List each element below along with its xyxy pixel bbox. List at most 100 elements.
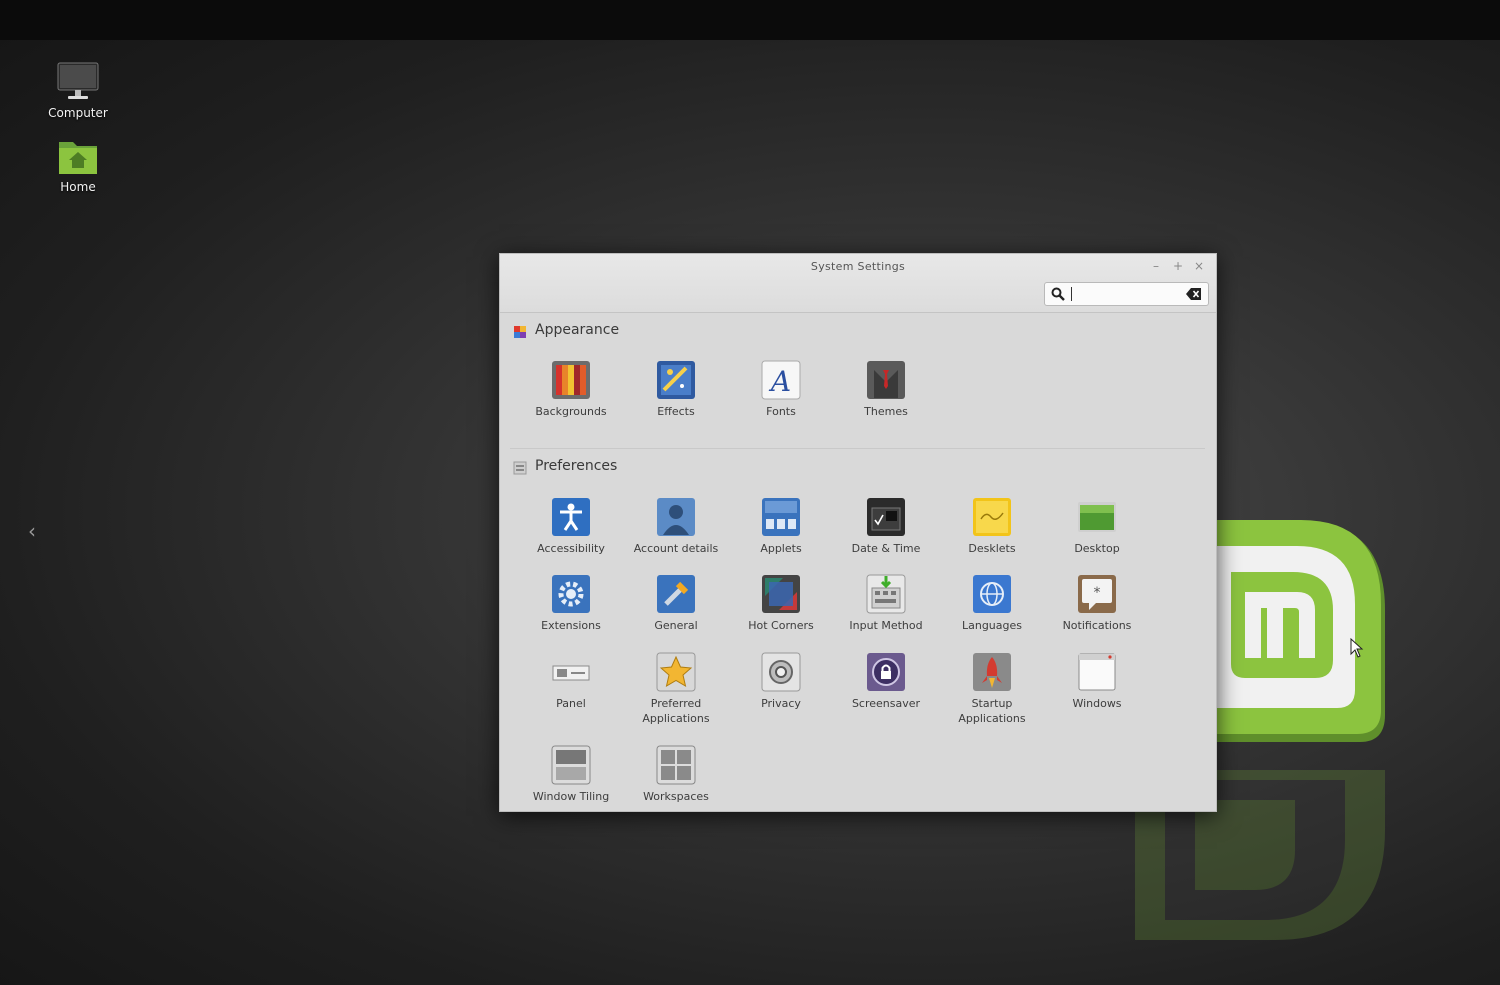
- item-label: Date & Time: [851, 542, 921, 555]
- window-tiling-icon: [551, 745, 591, 785]
- settings-item-preferred-applications[interactable]: Preferred Applications: [624, 652, 728, 726]
- panel-icon: [551, 652, 591, 692]
- svg-text:A: A: [768, 365, 791, 398]
- mint-logo: [1215, 520, 1385, 742]
- applets-icon: [761, 497, 801, 537]
- settings-item-privacy[interactable]: Privacy: [729, 652, 833, 711]
- item-label: Themes: [864, 405, 908, 418]
- preferred-apps-icon: [656, 652, 696, 692]
- computer-icon: [56, 62, 100, 104]
- item-label: Notifications: [1062, 619, 1132, 632]
- item-label: Effects: [657, 405, 695, 418]
- settings-item-themes[interactable]: Themes: [834, 360, 938, 419]
- item-label: Preferred Applications: [642, 697, 710, 725]
- item-label: Panel: [556, 697, 586, 710]
- desklets-icon: [972, 497, 1012, 537]
- screensaver-icon: [866, 652, 906, 692]
- startup-apps-icon: [972, 652, 1012, 692]
- item-label: Hot Corners: [748, 619, 814, 632]
- fonts-icon: A: [761, 360, 801, 400]
- workspaces-icon: [656, 745, 696, 785]
- item-label: Privacy: [761, 697, 801, 710]
- settings-item-window-tiling[interactable]: Window Tiling: [519, 745, 623, 804]
- settings-item-effects[interactable]: Effects: [624, 360, 728, 419]
- settings-item-account-details[interactable]: Account details: [624, 497, 728, 556]
- desktop-icon-label: Home: [60, 180, 96, 194]
- item-label: Applets: [760, 542, 802, 555]
- settings-item-input-method[interactable]: Input Method: [834, 574, 938, 633]
- date-time-icon: [866, 497, 906, 537]
- settings-item-languages[interactable]: Languages: [940, 574, 1044, 633]
- chevron-left-icon[interactable]: ‹: [22, 518, 42, 544]
- settings-item-notifications[interactable]: * Notifications: [1045, 574, 1149, 633]
- desktop-icon-label: Computer: [48, 106, 108, 120]
- appearance-icon: [514, 326, 526, 338]
- settings-item-desklets[interactable]: Desklets: [940, 497, 1044, 556]
- minimize-button[interactable]: –: [1148, 258, 1164, 274]
- item-label: Input Method: [849, 619, 923, 632]
- account-icon: [656, 497, 696, 537]
- search-box[interactable]: [1044, 282, 1209, 306]
- section-title: Appearance: [535, 322, 620, 338]
- svg-text:*: *: [1094, 585, 1101, 601]
- mouse-cursor-icon: [1350, 638, 1364, 658]
- settings-item-date-time[interactable]: Date & Time: [834, 497, 938, 556]
- settings-item-hot-corners[interactable]: Hot Corners: [729, 574, 833, 633]
- notifications-icon: *: [1077, 574, 1117, 614]
- item-label: Startup Applications: [958, 697, 1026, 725]
- settings-item-desktop[interactable]: Desktop: [1045, 497, 1149, 556]
- item-label: General: [654, 619, 698, 632]
- settings-item-screensaver[interactable]: Screensaver: [834, 652, 938, 711]
- item-label: Desklets: [968, 542, 1016, 555]
- settings-item-general[interactable]: General: [624, 574, 728, 633]
- settings-item-fonts[interactable]: A Fonts: [729, 360, 833, 419]
- general-icon: [656, 574, 696, 614]
- section-title: Preferences: [535, 458, 618, 474]
- maximize-button[interactable]: +: [1170, 258, 1186, 274]
- text-caret: [1071, 287, 1072, 301]
- clear-search-icon[interactable]: [1186, 287, 1202, 301]
- window-title: System Settings: [810, 260, 906, 273]
- search-input[interactable]: [1071, 284, 1181, 302]
- desktop-icon-home[interactable]: Home: [28, 136, 128, 194]
- item-label: Fonts: [766, 405, 796, 418]
- settings-item-workspaces[interactable]: Workspaces: [624, 745, 728, 804]
- settings-item-windows[interactable]: Windows: [1045, 652, 1149, 711]
- settings-item-accessibility[interactable]: Accessibility: [519, 497, 623, 556]
- settings-item-backgrounds[interactable]: Backgrounds: [519, 360, 623, 419]
- item-label: Backgrounds: [535, 405, 607, 418]
- item-label: Windows: [1072, 697, 1122, 710]
- privacy-icon: [761, 652, 801, 692]
- item-label: Languages: [961, 619, 1023, 632]
- settings-item-applets[interactable]: Applets: [729, 497, 833, 556]
- item-label: Window Tiling: [532, 790, 610, 803]
- backgrounds-icon: [551, 360, 591, 400]
- item-label: Screensaver: [851, 697, 921, 710]
- top-bar: [0, 0, 1500, 40]
- extensions-icon: [551, 574, 591, 614]
- search-icon: [1051, 287, 1065, 301]
- desktop-icon-computer[interactable]: Computer: [28, 62, 128, 120]
- settings-item-panel[interactable]: Panel: [519, 652, 623, 711]
- close-button[interactable]: ×: [1191, 258, 1207, 274]
- home-folder-icon: [56, 136, 100, 178]
- themes-icon: [866, 360, 906, 400]
- settings-item-extensions[interactable]: Extensions: [519, 574, 623, 633]
- desktop-icon: [1077, 497, 1117, 537]
- window-header: System Settings – + ×: [500, 254, 1216, 313]
- windows-icon: [1077, 652, 1117, 692]
- item-label: Workspaces: [643, 790, 709, 803]
- section-divider: [510, 448, 1205, 449]
- item-label: Accessibility: [537, 542, 605, 555]
- preferences-icon: [513, 461, 527, 475]
- item-label: Desktop: [1074, 542, 1120, 555]
- settings-item-startup-applications[interactable]: Startup Applications: [940, 652, 1044, 726]
- item-label: Account details: [633, 542, 719, 555]
- languages-icon: [972, 574, 1012, 614]
- input-method-icon: [866, 574, 906, 614]
- accessibility-icon: [551, 497, 591, 537]
- item-label: Extensions: [541, 619, 601, 632]
- effects-icon: [656, 360, 696, 400]
- system-settings-window: System Settings – + × Appearance Backgro…: [499, 253, 1217, 812]
- hot-corners-icon: [761, 574, 801, 614]
